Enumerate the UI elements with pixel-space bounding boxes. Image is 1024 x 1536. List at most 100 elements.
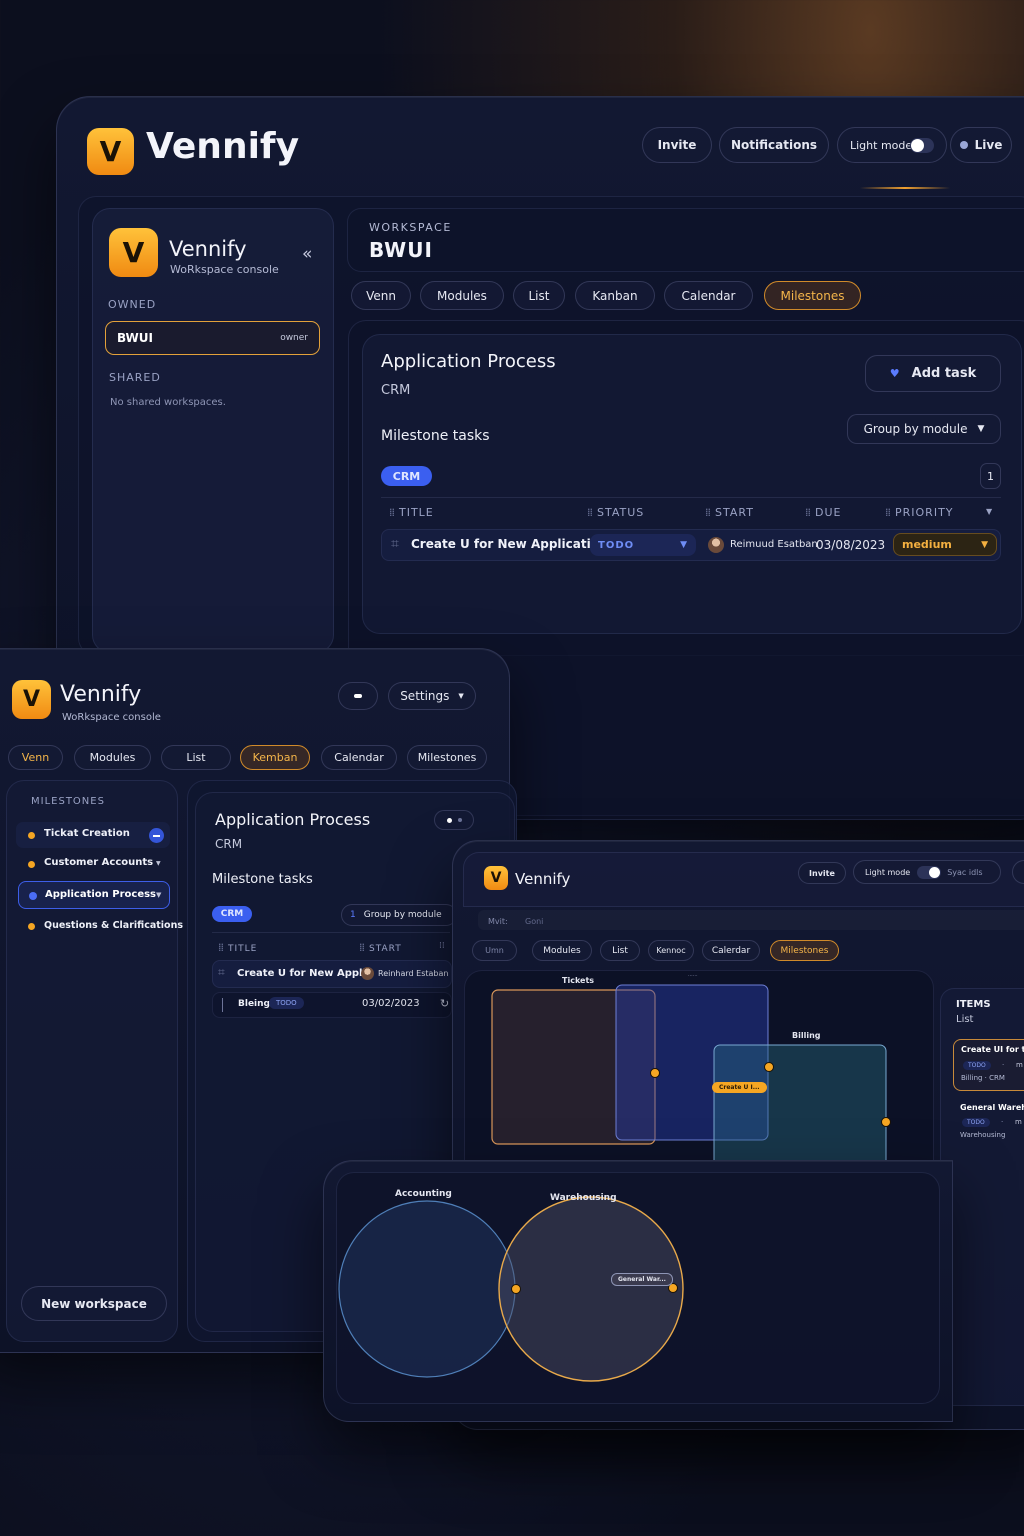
toggle-switch: [917, 865, 942, 879]
w3-tab-list[interactable]: List: [600, 940, 640, 961]
w3-logo: V: [484, 866, 508, 890]
w2-title: Application Process: [215, 810, 371, 829]
handle-dot[interactable]: [650, 1068, 660, 1078]
w2-col-start[interactable]: ⁞⁞ START: [359, 941, 402, 954]
orange-dot-icon: [28, 923, 35, 930]
w2-divider: [212, 932, 450, 933]
group-by-select[interactable]: Group by module ▼: [847, 414, 1001, 444]
w2-toggle-button[interactable]: [338, 682, 378, 710]
crm-module-badge[interactable]: CRM: [381, 466, 432, 486]
col-priority[interactable]: ⁞⁞ PRIORITY: [885, 506, 954, 519]
live-indicator[interactable]: Live: [950, 127, 1012, 163]
w2-tab-venn[interactable]: Venn: [8, 745, 63, 770]
tab-milestones[interactable]: Milestones: [764, 281, 861, 310]
light-mode-toggle[interactable]: Light mode: [837, 127, 947, 163]
col-due[interactable]: ⁞⁞ DUE: [805, 506, 841, 519]
w2-tab-modules[interactable]: Modules: [74, 745, 151, 770]
w2-group-by-label: Group by module: [363, 910, 442, 920]
milestone-item-customer[interactable]: Customer Accounts ▼: [16, 852, 170, 878]
light-mode-label: Light mode: [850, 138, 913, 152]
items-subtitle: List: [956, 1014, 974, 1025]
col-start[interactable]: ⁞⁞ START: [705, 506, 754, 519]
w2-tab-kanban[interactable]: Kemban: [240, 745, 310, 770]
table-divider: [381, 497, 1001, 498]
priority-select[interactable]: medium ▼: [893, 533, 997, 556]
w3-tab-venn[interactable]: Umn: [472, 940, 517, 961]
drag-handle-icon[interactable]: ⌗: [218, 965, 225, 980]
new-workspace-button[interactable]: New workspace: [21, 1286, 167, 1321]
settings-button[interactable]: Settings ▼: [388, 682, 476, 710]
col-menu-chevron-icon[interactable]: ▼: [986, 507, 992, 516]
w2-col-more-icon[interactable]: ⁞⁞: [439, 941, 445, 951]
handle-dot[interactable]: [511, 1284, 521, 1294]
w3-tab-calendar[interactable]: Calerdar: [702, 940, 760, 961]
w2-section-heading: Milestone tasks: [212, 872, 313, 887]
workspace-item-name: BWUI: [117, 331, 153, 345]
milestone-title: Application Process: [381, 351, 556, 372]
venn-diagram-circles[interactable]: [336, 1172, 940, 1404]
w2-col-title[interactable]: ⁞⁞ TITLE: [218, 941, 257, 954]
w3-subtab-bar: [478, 910, 1024, 930]
w2-more-button[interactable]: [434, 810, 474, 830]
venn-set-accounting[interactable]: [338, 1200, 516, 1378]
workspace-item-bwui[interactable]: BWUI owner: [105, 321, 320, 355]
venn-set-warehousing[interactable]: [498, 1196, 684, 1382]
refresh-icon[interactable]: ↻: [440, 997, 449, 1010]
handle-dot[interactable]: [764, 1062, 774, 1072]
group-by-label: Group by module: [863, 422, 968, 436]
w3-light-mode-toggle[interactable]: Light mode Syac idls: [853, 860, 1001, 884]
col-title[interactable]: ⁞⁞ TITLE: [389, 506, 434, 519]
drag-handle-icon[interactable]: ⌗: [391, 536, 399, 552]
w3-sync-label: Syac idls: [947, 867, 983, 877]
venn-label-warehousing: Warehousing: [550, 1193, 617, 1203]
w2-brand-subtitle: WoRkspace console: [62, 712, 161, 723]
w3-invite-button[interactable]: Invite: [798, 862, 846, 884]
w3-tab-milestones[interactable]: Milestones: [770, 940, 839, 961]
venn-label-small: ......: [688, 972, 698, 978]
venn-item-tag[interactable]: General War...: [611, 1273, 673, 1286]
tab-venn[interactable]: Venn: [351, 281, 411, 310]
workspace-label: WORKSPACE: [369, 221, 452, 234]
venn-task-tag[interactable]: Create U I...: [712, 1082, 767, 1093]
milestone-item-questions[interactable]: Questions & Clarifications: [16, 915, 183, 939]
toggle-icon: [354, 694, 362, 698]
workspace-header: [347, 208, 1024, 272]
w3-tab-modules[interactable]: Modules: [532, 940, 592, 961]
tab-calendar[interactable]: Calendar: [664, 281, 753, 310]
milestone-item-ticket[interactable]: Tickat Creation: [16, 822, 170, 848]
milestone-item-application[interactable]: Application Process ▼: [18, 881, 170, 909]
col-status[interactable]: ⁞⁞ STATUS: [587, 506, 644, 519]
w3-brand-name: Vennify: [515, 870, 571, 888]
notifications-button[interactable]: Notifications: [719, 127, 829, 163]
owned-label: OWNED: [108, 298, 157, 311]
milestone-item-label: Questions & Clarifications: [44, 920, 183, 931]
item-status: TODO: [963, 1061, 991, 1070]
chevron-down-icon: ▼: [981, 539, 988, 550]
toggle-switch: [910, 138, 934, 153]
item-status: TODO: [962, 1118, 990, 1127]
item-card[interactable]: Create UI for t TODO · m Billing · CRM: [953, 1039, 1024, 1091]
w2-group-by-select[interactable]: 1 Group by module: [341, 904, 457, 926]
item-meta: Billing · CRM: [961, 1074, 1005, 1082]
collapse-sidebar-button[interactable]: «: [302, 244, 312, 264]
collapse-icon[interactable]: [149, 828, 164, 843]
w2-tab-calendar[interactable]: Calendar: [321, 745, 397, 770]
handle-dot[interactable]: [881, 1117, 891, 1127]
invite-button[interactable]: Invite: [642, 127, 712, 163]
priority-value: medium: [902, 538, 952, 551]
milestones-label: MILESTONES: [31, 796, 105, 807]
tab-kanban[interactable]: Kanban: [575, 281, 655, 310]
w3-tab-kanban[interactable]: Kennoc: [648, 940, 694, 961]
w2-tab-list[interactable]: List: [161, 745, 231, 770]
w2-count: 1: [350, 910, 356, 920]
w2-crm-badge[interactable]: CRM: [212, 906, 252, 922]
w2-row2-status[interactable]: TODO: [269, 997, 304, 1009]
item-card[interactable]: General Wareh TODO · m Warehousing: [953, 1098, 1024, 1148]
add-task-button[interactable]: ♥ Add task: [865, 355, 1001, 392]
tab-list[interactable]: List: [513, 281, 565, 310]
status-select[interactable]: TODO ▼: [590, 534, 696, 556]
dot-icon: [446, 817, 452, 823]
w2-tab-milestones[interactable]: Milestones: [407, 745, 487, 770]
tab-modules[interactable]: Modules: [420, 281, 504, 310]
workspace-name: BWUI: [369, 238, 433, 262]
